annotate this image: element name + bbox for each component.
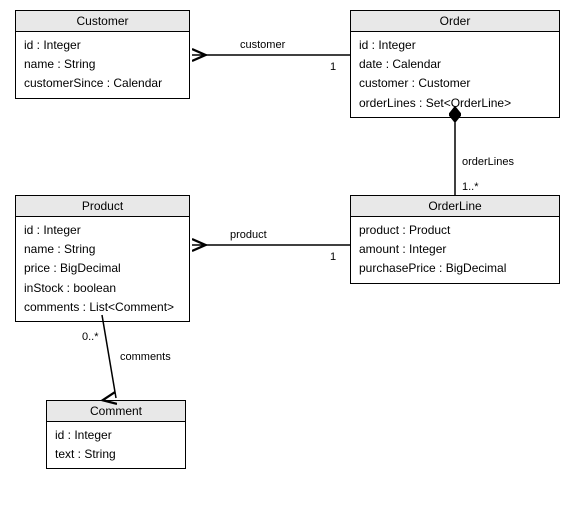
order-field-2: date : Calendar	[359, 55, 551, 74]
product-comment-line	[102, 315, 116, 398]
order-field-3: customer : Customer	[359, 74, 551, 93]
customer-class-header: Customer	[16, 11, 189, 32]
orderline-class: OrderLine product : Product amount : Int…	[350, 195, 560, 284]
customer-order-label: customer	[240, 39, 286, 51]
comment-class-body: id : Integer text : String	[47, 422, 185, 468]
product-class-body: id : Integer name : String price : BigDe…	[16, 217, 189, 321]
product-field-3: price : BigDecimal	[24, 259, 181, 278]
product-class: Product id : Integer name : String price…	[15, 195, 190, 322]
product-comment-label: comments	[120, 351, 171, 363]
product-orderline-label: product	[230, 229, 267, 241]
product-field-2: name : String	[24, 240, 181, 259]
product-orderline-mult: 1	[330, 251, 336, 263]
product-field-1: id : Integer	[24, 221, 181, 240]
customer-order-mult: 1	[330, 61, 336, 73]
order-field-4: orderLines : Set<OrderLine>	[359, 94, 551, 113]
product-class-header: Product	[16, 196, 189, 217]
comment-class-header: Comment	[47, 401, 185, 422]
customer-class-body: id : Integer name : String customerSince…	[16, 32, 189, 98]
customer-field-2: name : String	[24, 55, 181, 74]
orderline-field-2: amount : Integer	[359, 240, 551, 259]
customer-field-1: id : Integer	[24, 36, 181, 55]
customer-class: Customer id : Integer name : String cust…	[15, 10, 190, 99]
order-class-header: Order	[351, 11, 559, 32]
order-class-body: id : Integer date : Calendar customer : …	[351, 32, 559, 117]
orderline-field-3: purchasePrice : BigDecimal	[359, 259, 551, 278]
product-comment-mult: 0..*	[82, 331, 99, 343]
comment-field-2: text : String	[55, 445, 177, 464]
order-orderline-mult: 1..*	[462, 181, 479, 193]
orderline-class-header: OrderLine	[351, 196, 559, 217]
order-class: Order id : Integer date : Calendar custo…	[350, 10, 560, 118]
order-field-1: id : Integer	[359, 36, 551, 55]
customer-field-3: customerSince : Calendar	[24, 74, 181, 93]
comment-field-1: id : Integer	[55, 426, 177, 445]
product-field-4: inStock : boolean	[24, 279, 181, 298]
comment-class: Comment id : Integer text : String	[46, 400, 186, 469]
order-orderline-label: orderLines	[462, 156, 514, 168]
product-field-5: comments : List<Comment>	[24, 298, 181, 317]
orderline-class-body: product : Product amount : Integer purch…	[351, 217, 559, 283]
orderline-field-1: product : Product	[359, 221, 551, 240]
